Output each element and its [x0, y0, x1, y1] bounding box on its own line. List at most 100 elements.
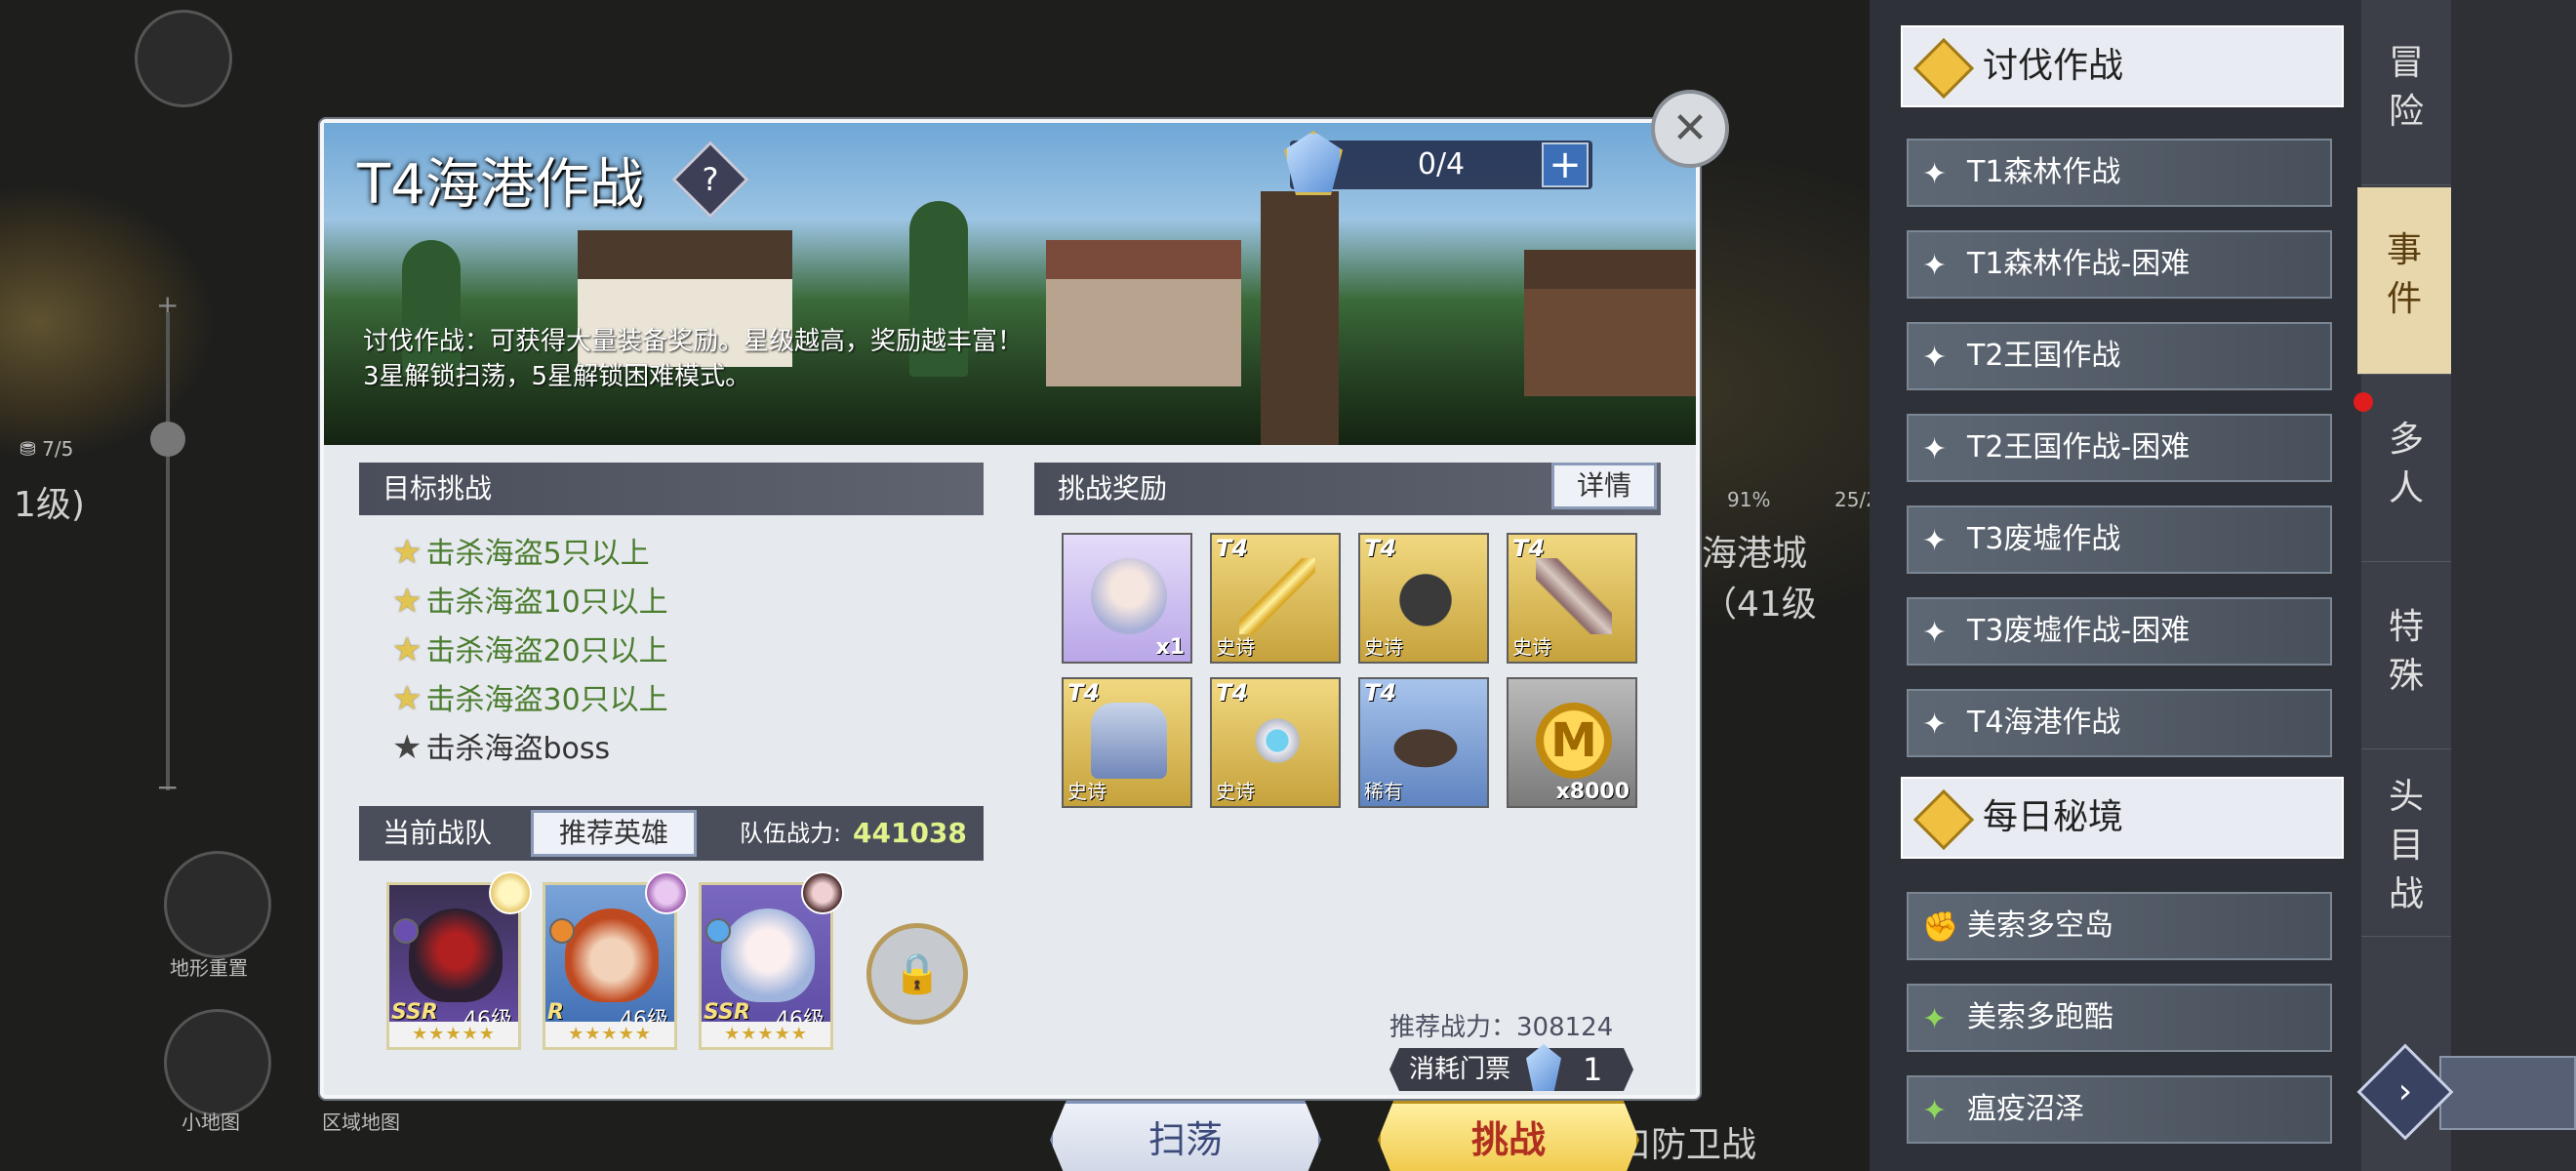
ticket-cost-value: 1: [1583, 1051, 1603, 1088]
tab-label: 头目战: [2388, 777, 2424, 914]
dungeon-label: 美索多空岛: [1967, 909, 2113, 943]
compass-star-icon: ✦: [1922, 157, 1948, 191]
close-button[interactable]: ✕: [1651, 90, 1729, 168]
banner-tower: [1261, 191, 1339, 445]
event-item[interactable]: ✦ T4海港作战: [1907, 689, 2332, 757]
hero-portrait: [721, 909, 815, 1002]
reward-rarity: 史诗: [1067, 780, 1107, 803]
reward-item[interactable]: T4 史诗: [1062, 677, 1192, 808]
reward-tier: T4: [1067, 679, 1101, 707]
reward-item[interactable]: T4 稀有: [1358, 677, 1489, 808]
stage-title: T4海港作战: [357, 153, 644, 217]
right-edge-panel: [2451, 0, 2576, 1171]
stage-banner: T4海港作战 ? 0/4 + 讨伐作战：可获得大量装备奖励。星级越高，奖励越丰富…: [324, 123, 1696, 445]
compass-star-icon: ✦: [1922, 707, 1948, 742]
hero-stars: ★★★★★: [702, 1022, 830, 1047]
recommend-hero-button[interactable]: 推荐英雄: [531, 810, 697, 857]
team-header: 当前战队 推荐英雄 队伍战力: 441038: [359, 806, 984, 861]
star-icon: ★: [392, 582, 423, 621]
partner-avatar: [645, 871, 688, 914]
reward-item[interactable]: M x8000: [1507, 677, 1637, 808]
team-power-value: 441038: [853, 817, 967, 849]
dungeon-item[interactable]: ✦ 瘟疫沼泽: [1907, 1075, 2332, 1144]
event-item[interactable]: ✦ T3废墟作战: [1907, 505, 2332, 574]
reward-qty: x1: [1155, 635, 1186, 660]
partner-avatar: [489, 871, 532, 914]
element-icon: [549, 918, 575, 944]
region-map-label[interactable]: 区域地图: [322, 1107, 400, 1135]
locked-hero-slot[interactable]: 🔒: [866, 923, 968, 1025]
zoom-slider-track[interactable]: [166, 312, 170, 790]
reward-tier: T4: [1512, 535, 1546, 562]
tab-boss-battle[interactable]: 头目战: [2361, 751, 2451, 937]
level-fraction: ⛃ 7/5: [20, 437, 74, 461]
dungeon-item[interactable]: ✦ 美索多跑酷: [1907, 984, 2332, 1052]
tab-special[interactable]: 特殊: [2361, 564, 2451, 749]
level-text: 1级): [14, 485, 85, 525]
event-item[interactable]: ✦ T3废墟作战-困难: [1907, 597, 2332, 666]
reward-item[interactable]: T4 史诗: [1210, 677, 1341, 808]
category-header-daily[interactable]: 每日秘境: [1901, 777, 2344, 859]
event-item[interactable]: ✦ T1森林作战-困难: [1907, 230, 2332, 299]
reward-item[interactable]: T4 史诗: [1358, 533, 1489, 664]
port-city-label: 海港城（41级: [1702, 534, 1817, 625]
reward-item[interactable]: T4 史诗: [1507, 533, 1637, 664]
armor-icon: [1091, 703, 1167, 779]
event-label: T4海港作战: [1967, 706, 2121, 740]
map-stat-pct: 91%: [1727, 488, 1771, 511]
reward-item[interactable]: T4 史诗: [1210, 533, 1341, 664]
reward-tier: T4: [1216, 535, 1249, 562]
expand-bar[interactable]: [2439, 1056, 2576, 1130]
category-label: 讨伐作战: [1983, 46, 2124, 86]
star-icon: ★: [392, 533, 423, 572]
reward-detail-button[interactable]: 详情: [1551, 463, 1657, 509]
description-line: 讨伐作战：可获得大量装备奖励。星级越高，奖励越丰富！: [363, 327, 1024, 356]
goal-item: ★ 击杀海盗5只以上: [392, 529, 650, 572]
notification-dot: [2354, 392, 2373, 412]
partner-avatar: [801, 871, 844, 914]
category-header-subjugation[interactable]: 讨伐作战: [1901, 25, 2344, 107]
goal-item: ★ 击杀海盗30只以上: [392, 675, 668, 718]
event-label: T2王国作战-困难: [1967, 430, 2191, 464]
challenge-button[interactable]: 挑战: [1378, 1101, 1639, 1171]
map-compass-icon[interactable]: [135, 10, 232, 107]
team-label: 当前战队: [382, 817, 493, 849]
hero-portrait-icon: [1091, 558, 1167, 634]
event-item[interactable]: ✦ T1森林作战: [1907, 139, 2332, 207]
minimap-icon[interactable]: [164, 1009, 271, 1116]
zoom-out-icon[interactable]: −: [156, 771, 179, 803]
tab-label: 事件: [2386, 230, 2422, 319]
event-item[interactable]: ✦ T2王国作战-困难: [1907, 414, 2332, 482]
terrain-reset-label: 地形重置: [170, 956, 248, 980]
chevron-right-icon: ›: [2397, 1071, 2413, 1111]
goal-text: 击杀海盗20只以上: [425, 634, 668, 668]
compass-star-icon: ✦: [1922, 432, 1948, 466]
reward-qty: x8000: [1555, 780, 1630, 804]
team-power-label: 队伍战力:: [740, 820, 842, 847]
hero-card[interactable]: R 46级 ★★★★★: [543, 871, 688, 1050]
help-button[interactable]: ?: [671, 141, 749, 219]
reward-item[interactable]: x1: [1062, 533, 1192, 664]
ticket-cost-label: 消耗门票: [1409, 1055, 1511, 1084]
tab-label: 多人: [2388, 420, 2424, 508]
element-icon: [705, 918, 731, 944]
zoom-slider-knob[interactable]: [150, 422, 185, 457]
terrain-reset-icon[interactable]: [164, 851, 271, 958]
hero-card[interactable]: SSR 46级 ★★★★★: [699, 871, 844, 1050]
tab-events[interactable]: 事件: [2357, 187, 2451, 375]
tab-adventure[interactable]: 冒险: [2361, 0, 2451, 185]
reward-rarity: 史诗: [1364, 635, 1403, 659]
hero-card[interactable]: SSR 46级 ★★★★★: [386, 871, 532, 1050]
sweep-button[interactable]: 扫荡: [1050, 1101, 1321, 1171]
element-icon: [393, 918, 419, 944]
dungeon-item[interactable]: ✊ 美索多空岛: [1907, 892, 2332, 960]
event-item[interactable]: ✦ T2王国作战: [1907, 322, 2332, 390]
help-icon: ?: [702, 161, 719, 198]
tab-multiplayer[interactable]: 多人: [2361, 377, 2451, 562]
goal-item: ★ 击杀海盗boss: [392, 724, 610, 767]
event-label: T2王国作战: [1967, 339, 2121, 373]
add-ticket-button[interactable]: +: [1542, 142, 1589, 187]
lock-icon: 🔒: [893, 951, 942, 996]
reward-tier: T4: [1364, 535, 1397, 562]
hat-icon: [1388, 703, 1464, 779]
